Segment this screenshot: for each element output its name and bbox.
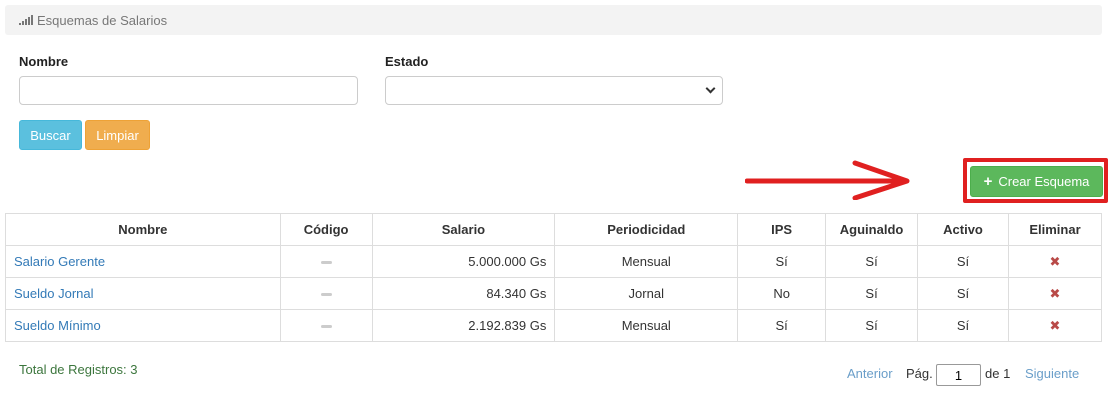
eliminar-cell: ✖: [1007, 245, 1103, 278]
page-title: Esquemas de Salarios: [37, 12, 168, 28]
codigo-cell: [279, 277, 373, 310]
crear-esquema-button[interactable]: + Crear Esquema: [970, 166, 1103, 197]
col-header-nombre[interactable]: Nombre: [5, 213, 281, 246]
eliminar-cell: ✖: [1007, 277, 1103, 310]
table-row: Salario Gerente 5.000.000 Gs Mensual Sí …: [5, 245, 1103, 278]
page-header: Esquemas de Salarios: [5, 5, 1102, 35]
esquema-link[interactable]: Sueldo Mínimo: [14, 318, 101, 333]
estado-label: Estado: [385, 54, 429, 69]
periodicidad-cell: Jornal: [554, 277, 739, 310]
col-header-ips[interactable]: IPS: [737, 213, 827, 246]
page-number-input[interactable]: [936, 364, 981, 386]
col-header-eliminar: Eliminar: [1007, 213, 1103, 246]
col-header-codigo[interactable]: Código: [279, 213, 373, 246]
dash-icon: [320, 261, 332, 265]
activo-cell: Sí: [917, 245, 1009, 278]
dash-icon: [320, 293, 332, 297]
periodicidad-cell: Mensual: [554, 309, 739, 342]
ips-cell: Sí: [737, 309, 827, 342]
esquemas-table: Nombre Código Salario Periodicidad IPS A…: [5, 213, 1103, 342]
esquema-link[interactable]: Sueldo Jornal: [14, 286, 94, 301]
codigo-cell: [279, 245, 373, 278]
salario-cell: 5.000.000 Gs: [371, 245, 556, 278]
aguinaldo-cell: Sí: [825, 309, 919, 342]
siguiente-link[interactable]: Siguiente: [1025, 366, 1079, 381]
signal-bars-icon: [19, 15, 33, 25]
salario-cell: 2.192.839 Gs: [371, 309, 556, 342]
periodicidad-cell: Mensual: [554, 245, 739, 278]
delete-icon[interactable]: ✖: [1050, 286, 1061, 301]
annotation-arrow-icon: [745, 160, 910, 200]
chevron-down-icon: [705, 83, 716, 94]
page-total-label: de 1: [985, 366, 1011, 381]
delete-icon[interactable]: ✖: [1050, 254, 1061, 269]
col-header-aguinaldo[interactable]: Aguinaldo: [825, 213, 919, 246]
ips-cell: Sí: [737, 245, 827, 278]
nombre-cell: Sueldo Mínimo: [5, 309, 281, 342]
nombre-input[interactable]: [19, 76, 358, 105]
plus-icon: +: [983, 173, 993, 190]
col-header-activo[interactable]: Activo: [917, 213, 1009, 246]
anterior-link[interactable]: Anterior: [847, 366, 893, 381]
nombre-cell: Sueldo Jornal: [5, 277, 281, 310]
aguinaldo-cell: Sí: [825, 277, 919, 310]
table-header-row: Nombre Código Salario Periodicidad IPS A…: [5, 213, 1103, 246]
salario-cell: 84.340 Gs: [371, 277, 556, 310]
dash-icon: [320, 325, 332, 329]
ips-cell: No: [737, 277, 827, 310]
aguinaldo-cell: Sí: [825, 245, 919, 278]
eliminar-cell: ✖: [1007, 309, 1103, 342]
limpiar-button[interactable]: Limpiar: [85, 120, 150, 150]
crear-esquema-label: Crear Esquema: [998, 174, 1090, 189]
delete-icon[interactable]: ✖: [1050, 318, 1061, 333]
table-row: Sueldo Jornal 84.340 Gs Jornal No Sí Sí …: [5, 277, 1103, 310]
codigo-cell: [279, 309, 373, 342]
estado-select[interactable]: [385, 76, 723, 105]
activo-cell: Sí: [917, 309, 1009, 342]
activo-cell: Sí: [917, 277, 1009, 310]
total-registros: Total de Registros: 3: [19, 362, 138, 377]
table-row: Sueldo Mínimo 2.192.839 Gs Mensual Sí Sí…: [5, 309, 1103, 342]
pag-label: Pág.: [906, 366, 933, 381]
buscar-button[interactable]: Buscar: [19, 120, 82, 150]
nombre-cell: Salario Gerente: [5, 245, 281, 278]
esquema-link[interactable]: Salario Gerente: [14, 254, 105, 269]
nombre-label: Nombre: [19, 54, 69, 69]
col-header-periodicidad[interactable]: Periodicidad: [554, 213, 739, 246]
col-header-salario[interactable]: Salario: [371, 213, 556, 246]
